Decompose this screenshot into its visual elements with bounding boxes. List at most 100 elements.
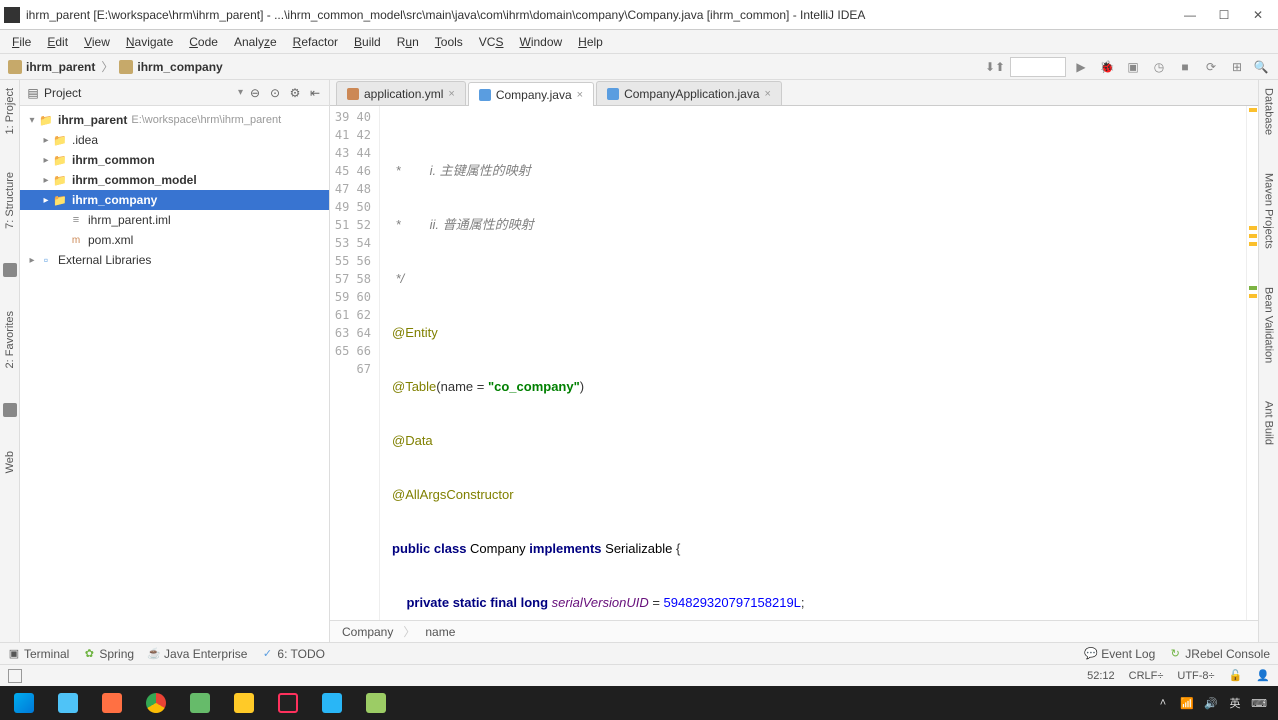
taskbar-app[interactable] bbox=[92, 688, 132, 718]
tab-company-application[interactable]: CompanyApplication.java× bbox=[596, 81, 782, 105]
close-icon[interactable]: × bbox=[577, 89, 583, 101]
code-content[interactable]: * i. 主键属性的映射 * ii. 普通属性的映射 */ @Entity @T… bbox=[380, 106, 1246, 620]
stop-icon[interactable]: ■ bbox=[1176, 58, 1194, 76]
error-stripe[interactable] bbox=[1246, 106, 1258, 620]
inspection-indicator[interactable]: 👤 bbox=[1256, 669, 1270, 682]
taskbar-intellij[interactable] bbox=[268, 688, 308, 718]
locate-icon[interactable]: ⊙ bbox=[267, 85, 283, 101]
run-icon[interactable]: ▶ bbox=[1072, 58, 1090, 76]
maximize-button[interactable]: ☐ bbox=[1216, 7, 1232, 23]
breadcrumb-member[interactable]: name bbox=[425, 625, 455, 639]
menu-tools[interactable]: Tools bbox=[429, 33, 469, 51]
tree-node-root[interactable]: ▾ ihrm_parent E:\workspace\hrm\ihrm_pare… bbox=[20, 110, 329, 130]
caret-position[interactable]: 52:12 bbox=[1087, 670, 1115, 682]
menu-vcs[interactable]: VCS bbox=[473, 33, 510, 51]
tool-tab-favorites[interactable]: 2: Favorites bbox=[2, 307, 18, 372]
taskbar-app[interactable] bbox=[180, 688, 220, 718]
tab-company-java[interactable]: Company.java× bbox=[468, 82, 594, 106]
tool-tab-bean-validation[interactable]: Bean Validation bbox=[1261, 283, 1277, 367]
build-icon[interactable]: ⬇⬆ bbox=[986, 58, 1004, 76]
tray-network-icon[interactable]: 📶 bbox=[1180, 696, 1194, 710]
tree-node-pom[interactable]: pom.xml bbox=[20, 230, 329, 250]
taskbar-explorer[interactable] bbox=[224, 688, 264, 718]
file-encoding[interactable]: UTF-8÷ bbox=[1177, 670, 1214, 682]
tool-tab-terminal[interactable]: ▣Terminal bbox=[8, 647, 69, 661]
expand-arrow-icon[interactable]: ▸ bbox=[40, 155, 52, 166]
menu-view[interactable]: View bbox=[78, 33, 116, 51]
tool-tab-maven[interactable]: Maven Projects bbox=[1261, 169, 1277, 253]
tray-volume-icon[interactable]: 🔊 bbox=[1204, 696, 1218, 710]
expand-arrow-icon[interactable]: ▸ bbox=[40, 135, 52, 146]
tool-tab-database[interactable]: Database bbox=[1261, 84, 1277, 139]
project-view-icon[interactable]: ▤ bbox=[26, 86, 40, 100]
tool-window-quick-access-icon[interactable] bbox=[8, 669, 22, 683]
minimize-button[interactable]: — bbox=[1182, 7, 1198, 23]
update-icon[interactable]: ⟳ bbox=[1202, 58, 1220, 76]
taskbar-app[interactable] bbox=[356, 688, 396, 718]
tree-node-idea[interactable]: ▸ .idea bbox=[20, 130, 329, 150]
tray-keyboard-icon[interactable]: ⌨ bbox=[1252, 696, 1266, 710]
tool-tab-java-enterprise[interactable]: ☕Java Enterprise bbox=[148, 647, 247, 661]
tab-application-yml[interactable]: application.yml× bbox=[336, 81, 466, 105]
menu-refactor[interactable]: Refactor bbox=[287, 33, 344, 51]
expand-arrow-icon[interactable]: ▸ bbox=[40, 195, 52, 206]
tree-node-common[interactable]: ▸ ihrm_common bbox=[20, 150, 329, 170]
tool-icon[interactable] bbox=[3, 263, 17, 277]
tree-node-common-model[interactable]: ▸ ihrm_common_model bbox=[20, 170, 329, 190]
tree-node-external-libs[interactable]: ▸ External Libraries bbox=[20, 250, 329, 270]
run-config-dropdown[interactable] bbox=[1010, 57, 1066, 77]
close-icon[interactable]: × bbox=[448, 88, 454, 100]
hide-icon[interactable]: ⇤ bbox=[307, 85, 323, 101]
breadcrumb-item-1[interactable]: ihrm_parent bbox=[26, 60, 95, 74]
close-button[interactable]: ✕ bbox=[1250, 7, 1266, 23]
project-tree[interactable]: ▾ ihrm_parent E:\workspace\hrm\ihrm_pare… bbox=[20, 106, 329, 642]
structure-icon[interactable]: ⊞ bbox=[1228, 58, 1246, 76]
menu-run[interactable]: Run bbox=[391, 33, 425, 51]
start-button[interactable] bbox=[4, 688, 44, 718]
tree-node-iml[interactable]: ihrm_parent.iml bbox=[20, 210, 329, 230]
tool-tab-spring[interactable]: ✿Spring bbox=[83, 647, 134, 661]
project-title[interactable]: Project bbox=[44, 86, 234, 100]
search-everywhere-icon[interactable]: 🔍 bbox=[1252, 58, 1270, 76]
breadcrumb-class[interactable]: Company bbox=[342, 625, 393, 639]
expand-arrow-icon[interactable]: ▸ bbox=[40, 175, 52, 186]
tool-tab-project[interactable]: 1: Project bbox=[2, 84, 18, 138]
menu-analyze[interactable]: Analyze bbox=[228, 33, 283, 51]
tray-chevron-icon[interactable]: ˄ bbox=[1156, 696, 1170, 710]
tool-tab-web[interactable]: Web bbox=[2, 447, 18, 477]
taskbar-chrome[interactable] bbox=[136, 688, 176, 718]
menu-help[interactable]: Help bbox=[572, 33, 609, 51]
menu-edit[interactable]: Edit bbox=[41, 33, 74, 51]
expand-arrow-icon[interactable]: ▸ bbox=[26, 255, 38, 266]
tool-icon[interactable] bbox=[3, 403, 17, 417]
line-separator[interactable]: CRLF÷ bbox=[1129, 670, 1164, 682]
close-icon[interactable]: × bbox=[765, 88, 771, 100]
tree-node-company[interactable]: ▸ ihrm_company bbox=[20, 190, 329, 210]
tree-label: ihrm_company bbox=[72, 193, 157, 207]
read-only-toggle[interactable]: 🔓 bbox=[1229, 669, 1243, 682]
tray-ime-icon[interactable]: 英 bbox=[1228, 696, 1242, 710]
tool-tab-jrebel[interactable]: ↻JRebel Console bbox=[1169, 647, 1270, 661]
editor-body[interactable]: 39 40 41 42 43 44 45 46 47 48 49 50 51 5… bbox=[330, 106, 1258, 620]
gear-icon[interactable]: ⚙ bbox=[287, 85, 303, 101]
coverage-icon[interactable]: ▣ bbox=[1124, 58, 1142, 76]
tool-tab-structure[interactable]: 7: Structure bbox=[2, 168, 18, 233]
breadcrumb-item-2[interactable]: ihrm_company bbox=[137, 60, 222, 74]
menu-navigate[interactable]: Navigate bbox=[120, 33, 179, 51]
profiler-icon[interactable]: ◷ bbox=[1150, 58, 1168, 76]
menu-code[interactable]: Code bbox=[183, 33, 224, 51]
menu-file[interactable]: File bbox=[6, 33, 37, 51]
tool-tab-event-log[interactable]: 💬Event Log bbox=[1085, 647, 1155, 661]
folder-icon bbox=[8, 60, 22, 74]
collapse-all-icon[interactable]: ⊖ bbox=[247, 85, 263, 101]
tool-tab-todo[interactable]: ✓6: TODO bbox=[261, 647, 325, 661]
taskbar-app[interactable] bbox=[48, 688, 88, 718]
debug-icon[interactable]: 🐞 bbox=[1098, 58, 1116, 76]
chevron-down-icon[interactable]: ▾ bbox=[238, 87, 243, 98]
menu-window[interactable]: Window bbox=[513, 33, 568, 51]
tool-tab-ant[interactable]: Ant Build bbox=[1261, 397, 1277, 449]
jee-icon: ☕ bbox=[148, 648, 160, 660]
expand-arrow-icon[interactable]: ▾ bbox=[26, 115, 38, 126]
taskbar-app[interactable] bbox=[312, 688, 352, 718]
menu-build[interactable]: Build bbox=[348, 33, 387, 51]
